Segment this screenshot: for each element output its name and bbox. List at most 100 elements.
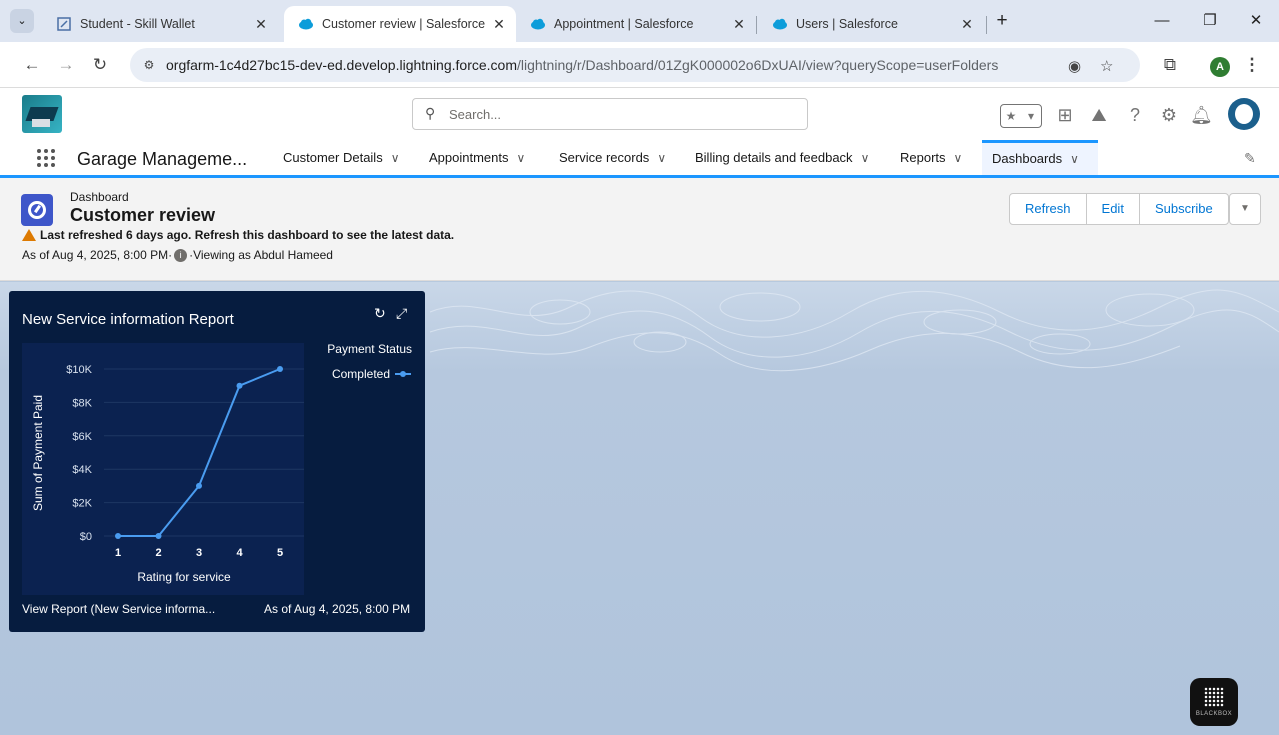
close-icon[interactable]: ✕	[488, 16, 510, 33]
nav-item-customer-details[interactable]: Customer Details ∨	[283, 140, 400, 175]
chevron-down-icon[interactable]: ∨	[391, 151, 400, 165]
as-of-text: As of Aug 4, 2025, 8:00 PM·	[22, 248, 173, 262]
edit-button[interactable]: Edit	[1085, 193, 1140, 225]
tab-title: Appointment | Salesforce	[554, 17, 694, 31]
data-point	[196, 482, 202, 489]
close-icon[interactable]: ✕	[728, 16, 750, 33]
x-tick-label: 2	[155, 547, 161, 559]
url-text: orgfarm-1c4d27bc15-dev-ed.develop.lightn…	[166, 57, 998, 73]
salesforce-global-header: ⚲ Search... ★ ▾ ⊞ ⛰ ? ⚙ 🔔︎	[0, 88, 1279, 140]
widget-title: New Service information Report	[22, 311, 234, 328]
x-tick-label: 3	[196, 547, 202, 559]
close-icon[interactable]: ✕	[250, 16, 272, 33]
chevron-down-icon[interactable]: ∨	[954, 151, 963, 165]
app-name: Garage Manageme...	[77, 149, 248, 169]
chevron-down-icon[interactable]: ∨	[861, 151, 870, 165]
data-point	[236, 382, 243, 389]
salesforce-cloud-icon	[772, 16, 788, 32]
as-of-line: As of Aug 4, 2025, 8:00 PM· i ·Viewing a…	[22, 248, 333, 262]
new-tab-button[interactable]: +	[988, 8, 1016, 34]
edit-nav-pencil-icon[interactable]: ✎	[1244, 150, 1256, 167]
close-icon[interactable]: ✕	[956, 16, 978, 33]
expand-icon[interactable]: ⤢	[396, 305, 407, 322]
browser-tab-customer-review[interactable]: Customer review | Salesforce ✕	[284, 6, 516, 42]
refresh-warning: Last refreshed 6 days ago. Refresh this …	[22, 228, 454, 242]
extensions-icon[interactable]: ⧉	[1158, 53, 1182, 77]
widget-as-of: As of Aug 4, 2025, 8:00 PM	[264, 602, 411, 616]
browser-tab-users[interactable]: Users | Salesforce ✕	[758, 6, 984, 42]
nav-item-appointments[interactable]: Appointments ∨	[429, 140, 525, 175]
close-window-button[interactable]: ✕	[1236, 8, 1276, 34]
favorites-button[interactable]: ★ ▾	[1000, 104, 1042, 128]
blackbox-logo-icon	[1204, 687, 1224, 707]
forward-arrow-icon[interactable]: →	[54, 53, 78, 77]
user-avatar[interactable]	[1228, 98, 1260, 130]
bell-icon[interactable]: 🔔︎	[1190, 104, 1213, 126]
dashboard-chart-widget: New Service information Report ↻ ⤢ $0 $2K…	[9, 291, 425, 632]
viewing-as-text: ·Viewing as Abdul Hameed	[189, 248, 333, 262]
more-actions-dropdown[interactable]: ▼	[1229, 193, 1261, 225]
address-bar[interactable]: ⚙ orgfarm-1c4d27bc15-dev-ed.develop.ligh…	[130, 48, 1140, 82]
nav-item-dashboards[interactable]: Dashboards ∨	[982, 140, 1098, 175]
tab-title: Users | Salesforce	[796, 17, 898, 31]
refresh-button[interactable]: Refresh	[1009, 193, 1087, 225]
y-tick-label: $2K	[72, 498, 92, 510]
trailhead-icon[interactable]: ⛰	[1088, 104, 1110, 126]
app-launcher-icon[interactable]	[37, 149, 57, 169]
chevron-down-icon: ▾	[1027, 109, 1035, 123]
profile-avatar[interactable]: A	[1210, 57, 1230, 77]
app-navigation: Garage Manageme... Customer Details ∨ App…	[0, 140, 1279, 178]
browser-tab-bar: ⌄ Student - Skill Wallet ✕ Customer revi…	[0, 0, 1279, 42]
restore-button[interactable]: ❐	[1190, 8, 1230, 34]
blackbox-badge[interactable]: BLACKBOX	[1190, 678, 1238, 726]
kebab-menu-icon[interactable]: ⋮	[1240, 53, 1264, 77]
chevron-down-icon[interactable]: ∨	[517, 151, 526, 165]
tab-separator	[986, 16, 987, 34]
y-tick-label: $8K	[72, 397, 92, 409]
eye-icon[interactable]: ◉	[1068, 57, 1081, 75]
nav-item-service-records[interactable]: Service records ∨	[559, 140, 666, 175]
tab-title: Student - Skill Wallet	[80, 17, 195, 31]
nav-item-reports[interactable]: Reports ∨	[900, 140, 962, 175]
x-tick-label: 4	[236, 547, 243, 559]
help-icon[interactable]: ?	[1124, 104, 1146, 126]
nav-item-billing-details[interactable]: Billing details and feedback ∨	[695, 140, 869, 175]
nav-label: Service records	[559, 150, 650, 165]
line-chart: $0 $2K $4K $6K $8K $10K 1 2 3 4 5 Rating for servic…	[22, 343, 412, 595]
site-settings-icon[interactable]: ⚙	[140, 56, 158, 74]
y-tick-label: $10K	[66, 364, 92, 376]
info-icon[interactable]: i	[174, 248, 188, 262]
x-axis-title: Rating for service	[137, 570, 231, 584]
warning-text: Last refreshed 6 days ago. Refresh this …	[40, 228, 455, 242]
subscribe-button[interactable]: Subscribe	[1138, 193, 1229, 225]
star-icon[interactable]: ☆	[1100, 57, 1113, 75]
page-title: Customer review	[70, 205, 216, 225]
dashboard-gauge-icon	[21, 194, 53, 226]
view-report-link[interactable]: View Report (New Service informa...	[22, 602, 215, 616]
gear-icon[interactable]: ⚙	[1158, 104, 1180, 126]
legend-entry-completed: Completed	[332, 367, 390, 381]
y-axis-title: Sum of Payment Paid	[31, 395, 45, 511]
warning-icon	[22, 229, 36, 241]
add-icon[interactable]: ⊞	[1054, 104, 1076, 126]
salesforce-cloud-icon	[530, 16, 546, 32]
browser-tab-skill-wallet[interactable]: Student - Skill Wallet ✕	[42, 6, 278, 42]
tab-search-dropdown[interactable]: ⌄	[10, 9, 34, 33]
minimize-button[interactable]: —	[1142, 8, 1182, 34]
global-search[interactable]: ⚲ Search...	[412, 98, 808, 130]
org-logo[interactable]	[22, 95, 62, 133]
refresh-icon[interactable]: ↻	[374, 305, 386, 322]
dashboard-header: Dashboard Customer review Last refreshed…	[0, 178, 1279, 281]
url-domain: orgfarm-1c4d27bc15-dev-ed.develop.lightn…	[166, 57, 517, 73]
browser-tab-appointment[interactable]: Appointment | Salesforce ✕	[516, 6, 756, 42]
nav-label: Customer Details	[283, 150, 383, 165]
reload-icon[interactable]: ↻	[88, 53, 112, 77]
nav-label: Dashboards	[992, 151, 1063, 166]
star-icon: ★	[1005, 109, 1017, 123]
data-point	[115, 533, 121, 539]
x-tick-label: 5	[277, 547, 283, 559]
chevron-down-icon[interactable]: ∨	[657, 151, 666, 165]
back-arrow-icon[interactable]: ←	[20, 53, 44, 77]
record-type-label: Dashboard	[70, 190, 129, 204]
chevron-down-icon[interactable]: ∨	[1070, 152, 1079, 166]
